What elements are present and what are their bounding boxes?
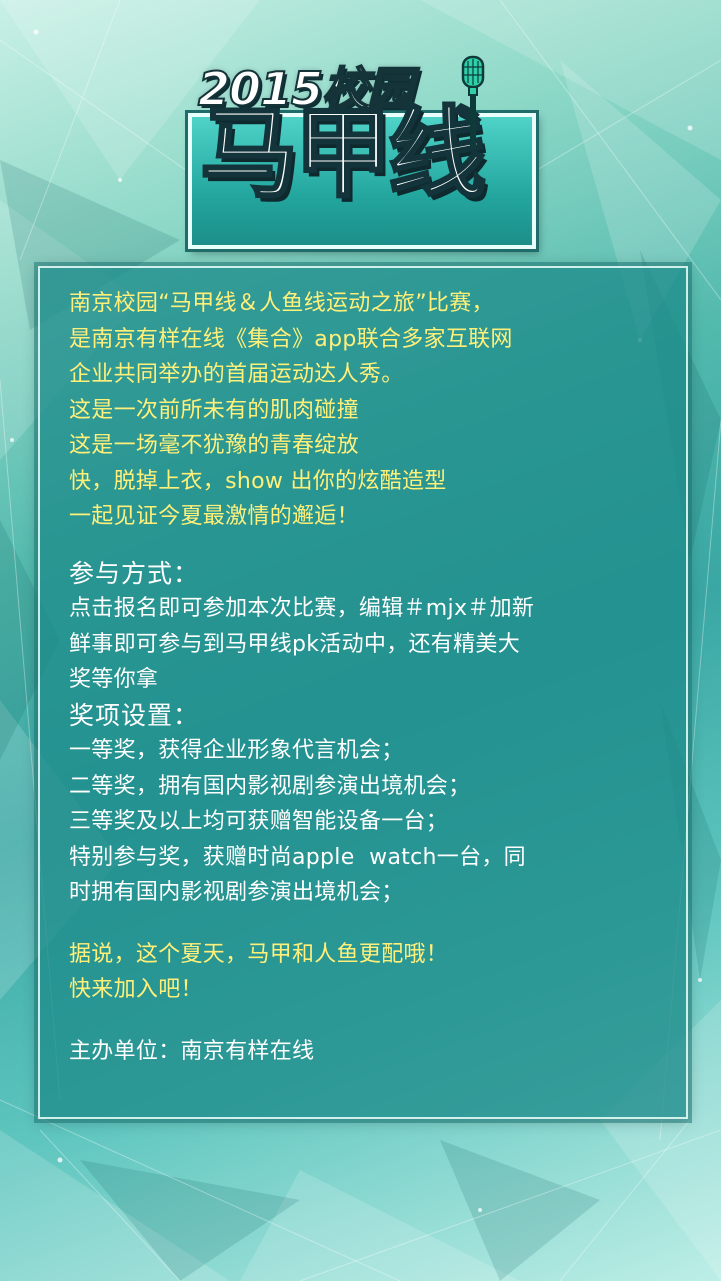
event-info-panel: 南京校园“马甲线＆人鱼线运动之旅”比赛， 是南京有样在线《集合》app联合多家互…	[38, 266, 688, 1119]
intro-section: 南京校园“马甲线＆人鱼线运动之旅”比赛， 是南京有样在线《集合》app联合多家互…	[69, 286, 669, 535]
logo-title-text: 马甲线	[198, 97, 487, 211]
intro-line: 这是一场毫不犹豫的青春绽放	[69, 433, 359, 458]
participation-line: 点击报名即可参加本次比赛，编辑＃mjx＃加新	[69, 596, 535, 621]
closing-line: 快来加入吧！	[69, 977, 203, 1002]
intro-line: 是南京有样在线《集合》app联合多家互联网	[69, 326, 513, 352]
intro-line: 一起见证今夏最激情的邂逅！	[69, 504, 359, 529]
participation-line: 奖等你拿	[69, 667, 159, 692]
participation-heading: 参与方式：	[69, 558, 200, 588]
participation-line: 鲜事即可参与到马甲线pk活动中，还有精美大	[69, 631, 521, 657]
event-logo: 2015校园 马甲线	[188, 45, 538, 249]
prizes-section: 奖项设置： 一等奖，获得企业形象代言机会； 二等奖，拥有国内影视剧参演出境机会；…	[69, 698, 669, 911]
intro-line: 企业共同举办的首届运动达人秀。	[69, 362, 404, 387]
prize-line: 时拥有国内影视剧参演出境机会；	[69, 880, 404, 905]
microphone-icon	[461, 55, 485, 149]
prize-line: 一等奖，获得企业形象代言机会；	[69, 738, 404, 763]
closing-section: 据说，这个夏天，马甲和人鱼更配哦！ 快来加入吧！	[69, 937, 669, 1008]
prize-line: 二等奖，拥有国内影视剧参演出境机会；	[69, 773, 471, 799]
intro-line: 这是一次前所未有的肌肉碰撞	[69, 397, 359, 423]
participation-section: 参与方式： 点击报名即可参加本次比赛，编辑＃mjx＃加新 鲜事即可参与到马甲线p…	[69, 556, 669, 698]
prizes-heading: 奖项设置：	[69, 700, 200, 730]
closing-line: 据说，这个夏天，马甲和人鱼更配哦！	[69, 941, 449, 967]
prize-line: 特别参与奖，获赠时尚apple watch一台，同	[69, 844, 526, 870]
prize-line: 三等奖及以上均可获赠智能设备一台；	[69, 809, 449, 834]
organizer-text: 主办单位：南京有样在线	[69, 1038, 315, 1064]
intro-line: 南京校园“马甲线＆人鱼线运动之旅”比赛，	[69, 291, 494, 316]
intro-line: 快，脱掉上衣，show 出你的炫酷造型	[69, 468, 447, 494]
panel-content: 南京校园“马甲线＆人鱼线运动之旅”比赛， 是南京有样在线《集合》app联合多家互…	[69, 286, 669, 1069]
